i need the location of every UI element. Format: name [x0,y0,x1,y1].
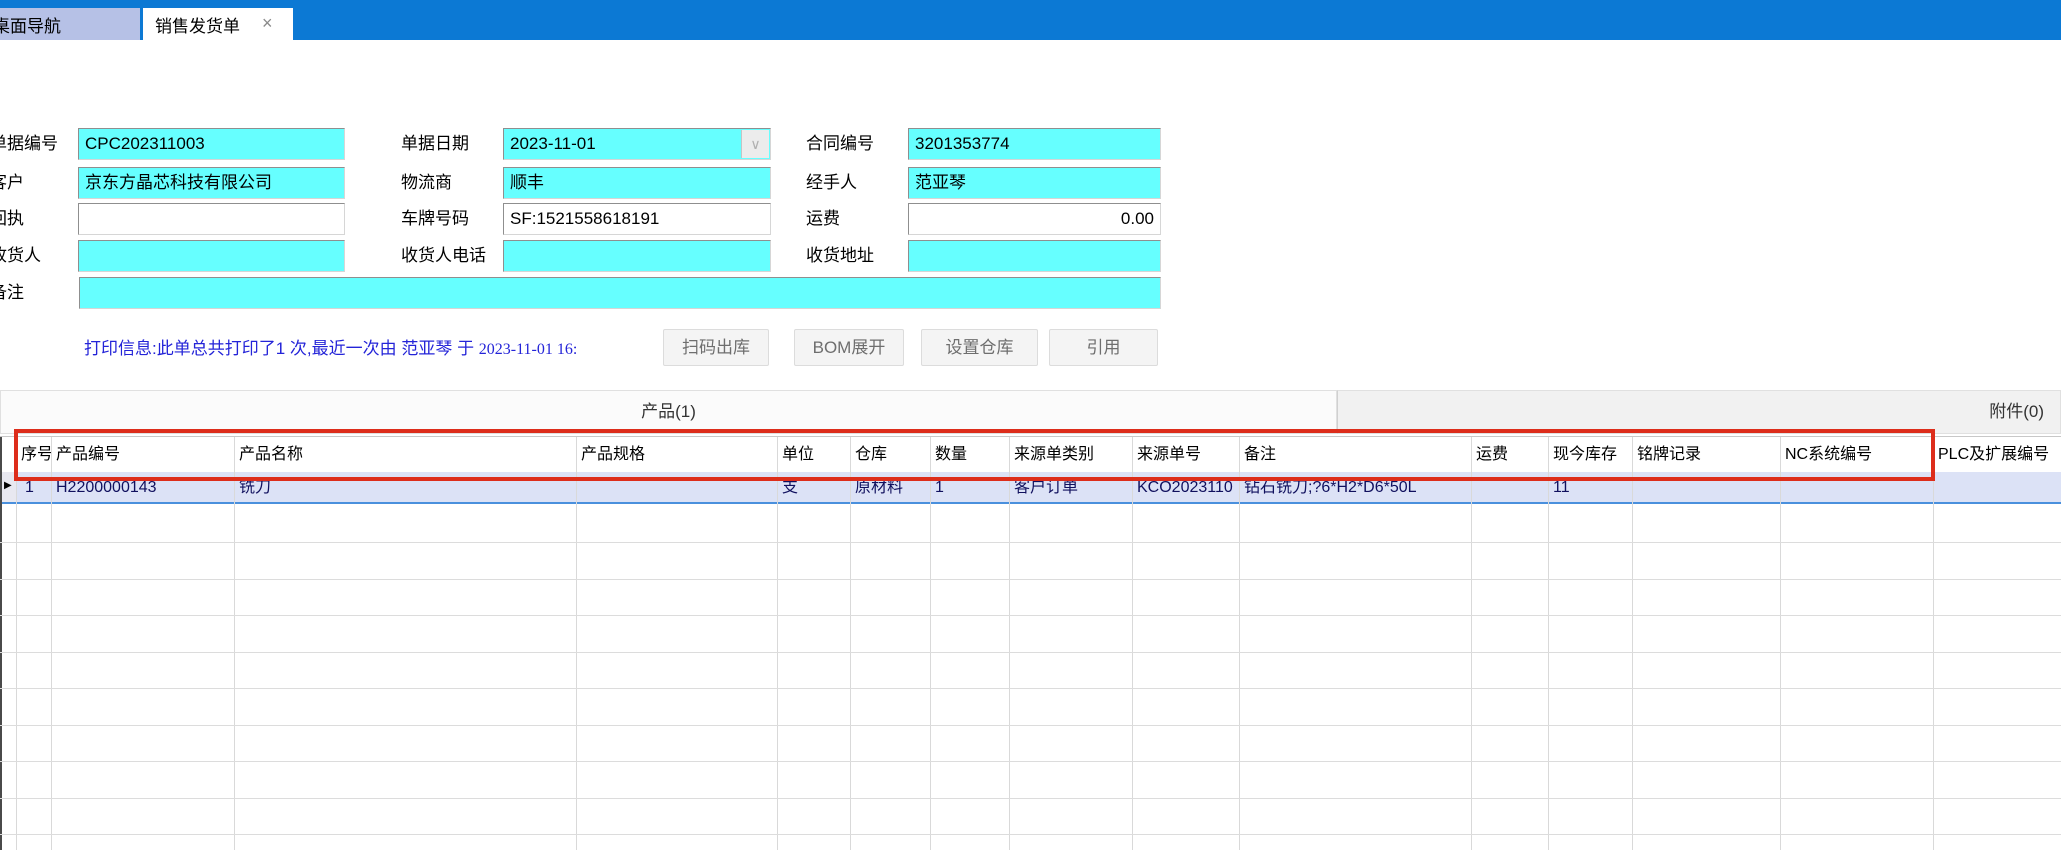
grid-column-line [16,437,17,850]
cell-seq[interactable]: 1 [16,472,51,504]
grid-row-line [0,834,2061,835]
grid-column-line [1132,437,1133,850]
grid-row-line [0,579,2061,580]
print-info-text: 打印信息:此单总共打印了1 次,最近一次由 范亚琴 于 2023-11-01 1… [84,334,662,358]
grid-row-line [0,652,2061,653]
freight-label: 运费 [806,203,840,235]
plate-no-field[interactable]: SF:1521558618191 [503,203,771,235]
grid-row-line [0,761,2061,762]
col-header-remark[interactable]: 备注 [1239,438,1471,471]
grid-column-line [234,437,235,850]
grid-column-line [1780,437,1781,850]
contract-no-label: 合同编号 [806,128,874,160]
close-icon[interactable]: × [262,14,273,32]
print-info-date: 2023-11-01 16: [479,341,578,358]
cell-unit[interactable]: 支 [777,472,850,504]
grid-row-line [0,542,2061,543]
quote-button[interactable]: 引用 [1049,329,1158,366]
grid-column-line [1471,437,1472,850]
cell-product-name[interactable]: 铣刀 [234,472,576,504]
cell-stock[interactable]: 11 [1548,472,1632,504]
cell-freight[interactable] [1471,472,1548,504]
consignee-phone-field[interactable] [503,240,771,272]
tab-sales-delivery-order-label: 销售发货单 [155,12,240,37]
grid-column-line [930,437,931,850]
grid-column-line [51,437,52,850]
delivery-addr-label: 收货地址 [806,240,874,272]
tab-desktop-navigation-label: 桌面导航 [0,12,61,37]
cell-nc-no[interactable] [1780,472,1933,504]
grid-column-line [1632,437,1633,850]
col-header-seq[interactable]: 序号 [16,438,51,471]
doc-no-label: 单据编号 [0,128,58,160]
handler-field[interactable]: 范亚琴 [908,167,1161,199]
consignee-label: 收货人 [0,240,41,272]
grid-row-line [0,688,2061,689]
grid-column-line [850,437,851,850]
col-header-nameplate[interactable]: 铭牌记录 [1632,438,1780,471]
grid-column-line [1239,437,1240,850]
chevron-down-icon[interactable]: ∨ [741,130,769,158]
col-header-freight[interactable]: 运费 [1471,438,1548,471]
grid-column-line [777,437,778,850]
consignee-field[interactable] [78,240,345,272]
grid-column-line [576,437,577,850]
grid-row-line [0,798,2061,799]
grid-column-line [1009,437,1010,850]
consignee-phone-label: 收货人电话 [401,240,486,272]
cell-remark[interactable]: 钻石铣刀;?6*H2*D6*50L [1239,472,1471,504]
cell-product-code[interactable]: H2200000143 [51,472,234,504]
col-header-plc-no[interactable]: PLC及扩展编号 [1933,438,2061,471]
cell-warehouse[interactable]: 原材料 [850,472,930,504]
doc-no-field[interactable]: CPC202311003 [78,128,345,160]
cell-qty[interactable]: 1 [930,472,1009,504]
scan-out-button[interactable]: 扫码出库 [663,329,769,366]
cell-source-no[interactable]: KCO2023110 [1132,472,1239,504]
col-header-stock[interactable]: 现今库存 [1548,438,1632,471]
contract-no-field[interactable]: 3201353774 [908,128,1161,160]
grid-column-line [1548,437,1549,850]
col-header-nc-no[interactable]: NC系统编号 [1780,438,1933,471]
tab-desktop-navigation[interactable]: 桌面导航 [0,8,140,40]
col-header-product-spec[interactable]: 产品规格 [576,438,777,471]
doc-date-field[interactable]: 2023-11-01 ∨ [503,128,771,160]
logistics-field[interactable]: 顺丰 [503,167,771,199]
cell-product-spec[interactable] [576,472,777,504]
tab-products[interactable]: 产品(1) [0,390,1337,434]
col-header-source-no[interactable]: 来源单号 [1132,438,1239,471]
doc-date-label: 单据日期 [401,128,469,160]
row-selector-arrow-icon: ▶ [4,480,12,491]
col-header-source-type[interactable]: 来源单类别 [1009,438,1132,471]
handler-label: 经手人 [806,167,857,199]
window-tab-bar: 桌面导航 销售发货单 × [0,0,2061,40]
cell-source-type[interactable]: 客户订单 [1009,472,1132,504]
col-header-warehouse[interactable]: 仓库 [850,438,930,471]
col-header-unit[interactable]: 单位 [777,438,850,471]
bom-expand-button[interactable]: BOM展开 [794,329,904,366]
grid-column-line [1933,437,1934,850]
delivery-addr-field[interactable] [908,240,1161,272]
sales-delivery-order-screen: 桌面导航 销售发货单 × 单据编号 客户 回执 收货人 备注 CPC202311… [0,0,2061,850]
set-warehouse-button[interactable]: 设置仓库 [921,329,1038,366]
tab-attachments[interactable]: 附件(0) [1337,390,2061,434]
receipt-field[interactable] [78,203,345,235]
row-selector[interactable]: ▶ [2,472,16,504]
grid-row-line [0,615,2061,616]
remark-label: 备注 [0,277,24,309]
col-header-product-name[interactable]: 产品名称 [234,438,576,471]
customer-field[interactable]: 京东方晶芯科技有限公司 [78,167,345,199]
grid-row-line [0,725,2061,726]
receipt-label: 回执 [0,203,24,235]
plate-no-label: 车牌号码 [401,203,469,235]
col-header-qty[interactable]: 数量 [930,438,1009,471]
freight-field[interactable]: 0.00 [908,203,1161,235]
product-grid: 序号 产品编号 产品名称 产品规格 单位 仓库 数量 来源单类别 来源单号 备注… [0,436,2061,850]
customer-label: 客户 [0,167,24,199]
logistics-label: 物流商 [401,167,452,199]
cell-nameplate[interactable] [1632,472,1780,504]
remark-field[interactable] [79,277,1161,309]
col-header-product-code[interactable]: 产品编号 [51,438,234,471]
cell-plc-no[interactable] [1933,472,2061,504]
doc-date-value: 2023-11-01 [510,134,596,153]
